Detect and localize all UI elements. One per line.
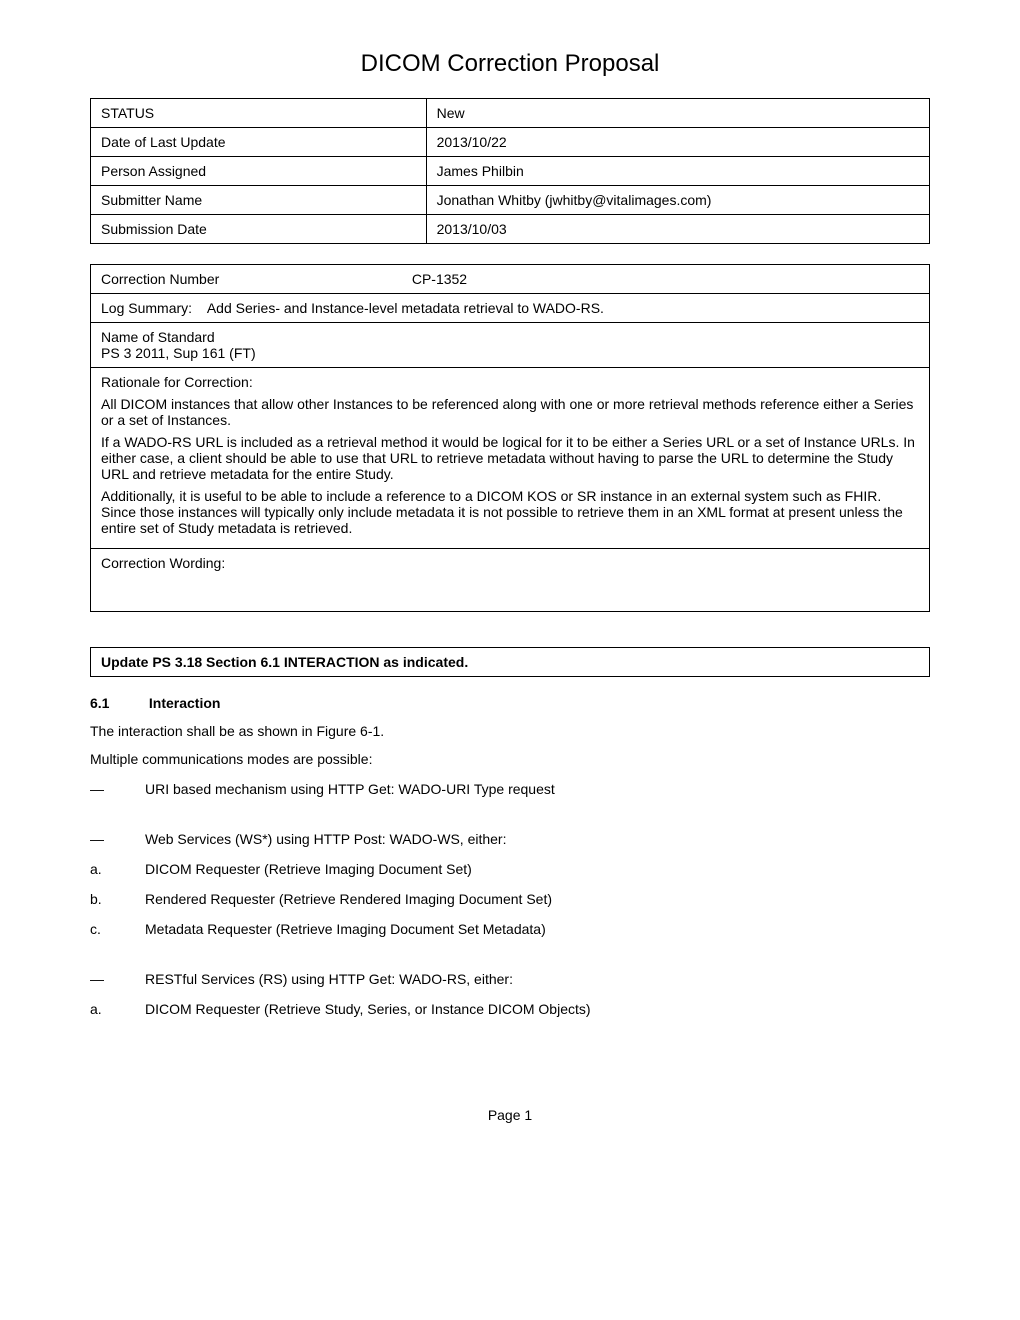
table-row: Correction Number CP-1352 [91,265,930,294]
list-item: a.DICOM Requester (Retrieve Imaging Docu… [90,861,930,877]
table-row: STATUS New [91,99,930,128]
list-marker: — [90,831,145,847]
table-row: Name of Standard PS 3 2011, Sup 161 (FT) [91,323,930,368]
name-of-standard-value: PS 3 2011, Sup 161 (FT) [101,345,919,361]
rationale-paragraph: If a WADO-RS URL is included as a retrie… [101,434,919,482]
meta-value: 2013/10/22 [426,128,929,157]
correction-number-label: Correction Number [101,271,412,287]
list-text: DICOM Requester (Retrieve Study, Series,… [145,1001,591,1017]
section-number: 6.1 [90,695,145,711]
table-row: Person Assigned James Philbin [91,157,930,186]
meta-table: STATUS New Date of Last Update 2013/10/2… [90,98,930,244]
list-item: c.Metadata Requester (Retrieve Imaging D… [90,921,930,937]
rationale-paragraph: Additionally, it is useful to be able to… [101,488,919,536]
correction-table: Correction Number CP-1352 Log Summary: A… [90,264,930,612]
meta-label: Submitter Name [91,186,427,215]
table-row: Submitter Name Jonathan Whitby (jwhitby@… [91,186,930,215]
list-text: Metadata Requester (Retrieve Imaging Doc… [145,921,546,937]
update-instruction: Update PS 3.18 Section 6.1 INTERACTION a… [90,647,930,677]
body-paragraph: The interaction shall be as shown in Fig… [90,723,930,739]
correction-wording-label: Correction Wording: [101,555,919,571]
table-row: Rationale for Correction: All DICOM inst… [91,368,930,549]
meta-value: New [426,99,929,128]
section-heading: 6.1 Interaction [90,695,930,711]
list-text: Web Services (WS*) using HTTP Post: WADO… [145,831,506,847]
list-item: —Web Services (WS*) using HTTP Post: WAD… [90,831,930,847]
list-item: a.DICOM Requester (Retrieve Study, Serie… [90,1001,930,1017]
page-title: DICOM Correction Proposal [90,50,930,78]
meta-label: Submission Date [91,215,427,244]
section-title: Interaction [149,695,221,711]
table-row: Correction Wording: [91,549,930,612]
body-paragraph: Multiple communications modes are possib… [90,751,930,767]
mode-list: —URI based mechanism using HTTP Get: WAD… [90,781,930,1017]
list-text: DICOM Requester (Retrieve Imaging Docume… [145,861,472,877]
name-of-standard-label: Name of Standard [101,329,919,345]
page-number: Page 1 [90,1107,930,1123]
list-marker: a. [90,1001,145,1017]
meta-label: Person Assigned [91,157,427,186]
table-row: Submission Date 2013/10/03 [91,215,930,244]
meta-value: 2013/10/03 [426,215,929,244]
list-marker: — [90,971,145,987]
list-marker: b. [90,891,145,907]
log-summary-label: Log Summary: [101,300,192,316]
list-item: b.Rendered Requester (Retrieve Rendered … [90,891,930,907]
table-row: Log Summary: Add Series- and Instance-le… [91,294,930,323]
list-item: —URI based mechanism using HTTP Get: WAD… [90,781,930,797]
meta-value: Jonathan Whitby (jwhitby@vitalimages.com… [426,186,929,215]
rationale-paragraph: All DICOM instances that allow other Ins… [101,396,919,428]
list-marker: — [90,781,145,797]
correction-number-value: CP-1352 [412,271,467,287]
log-summary-value: Add Series- and Instance-level metadata … [207,300,604,316]
rationale-label: Rationale for Correction: [101,374,919,390]
list-text: Rendered Requester (Retrieve Rendered Im… [145,891,552,907]
meta-label: STATUS [91,99,427,128]
list-marker: a. [90,861,145,877]
list-item: —RESTful Services (RS) using HTTP Get: W… [90,971,930,987]
meta-value: James Philbin [426,157,929,186]
meta-label: Date of Last Update [91,128,427,157]
list-text: RESTful Services (RS) using HTTP Get: WA… [145,971,513,987]
list-marker: c. [90,921,145,937]
list-text: URI based mechanism using HTTP Get: WADO… [145,781,555,797]
table-row: Date of Last Update 2013/10/22 [91,128,930,157]
